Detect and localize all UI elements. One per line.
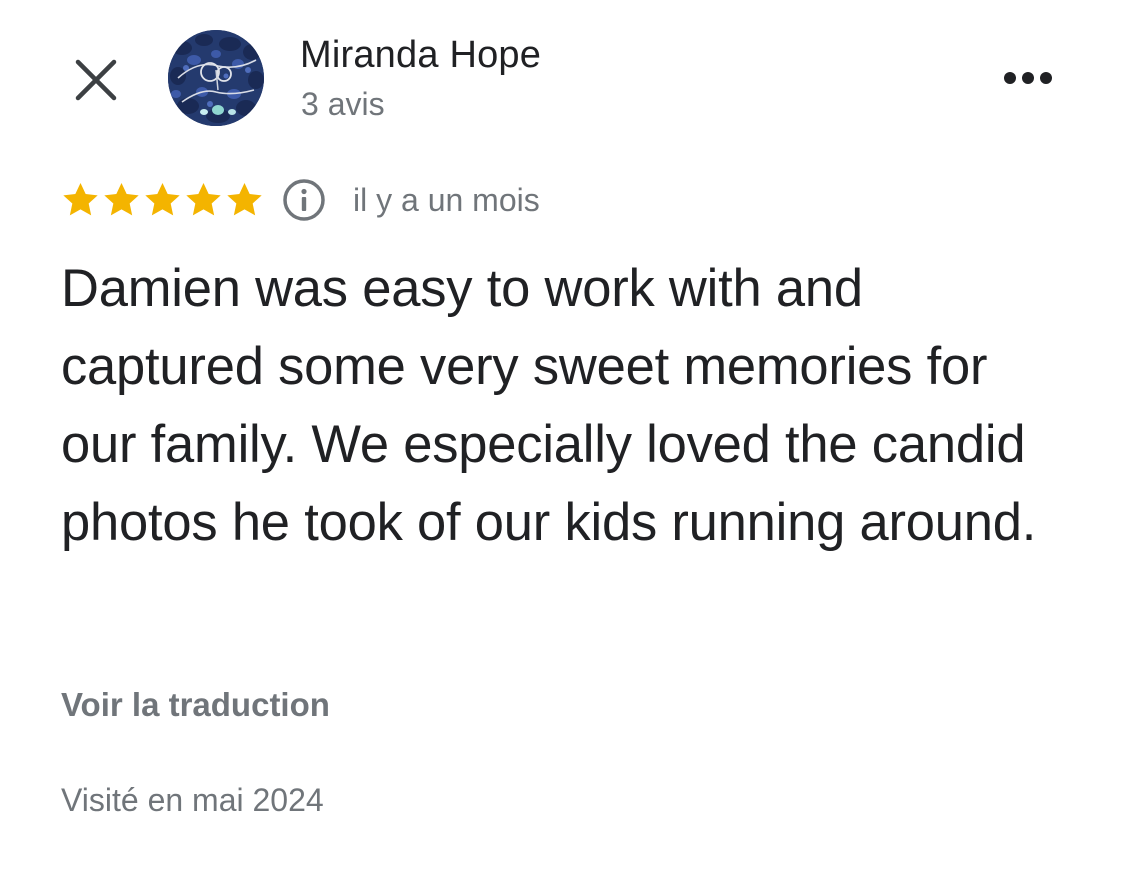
more-horiz-icon bbox=[1004, 72, 1052, 84]
author-name[interactable]: Miranda Hope bbox=[300, 34, 541, 77]
more-options-button[interactable] bbox=[996, 56, 1060, 100]
star-icon bbox=[186, 183, 221, 216]
info-button[interactable] bbox=[281, 177, 327, 223]
info-icon bbox=[283, 179, 325, 221]
star-icon bbox=[145, 183, 180, 216]
close-button[interactable] bbox=[66, 50, 126, 110]
visited-date: Visité en mai 2024 bbox=[61, 782, 324, 818]
review-time: il y a un mois bbox=[353, 181, 540, 218]
star-icon bbox=[63, 183, 98, 216]
review-text: Damien was easy to work with and capture… bbox=[61, 259, 1037, 552]
avatar[interactable] bbox=[168, 30, 264, 126]
author-review-count: 3 avis bbox=[301, 86, 385, 122]
see-translation-link[interactable]: Voir la traduction bbox=[61, 686, 330, 724]
star-icon bbox=[104, 183, 139, 216]
rating-row: il y a un mois bbox=[60, 176, 540, 224]
star-rating bbox=[60, 180, 265, 220]
avatar-image bbox=[168, 30, 264, 126]
star-icon bbox=[227, 183, 262, 216]
close-icon bbox=[75, 59, 117, 101]
